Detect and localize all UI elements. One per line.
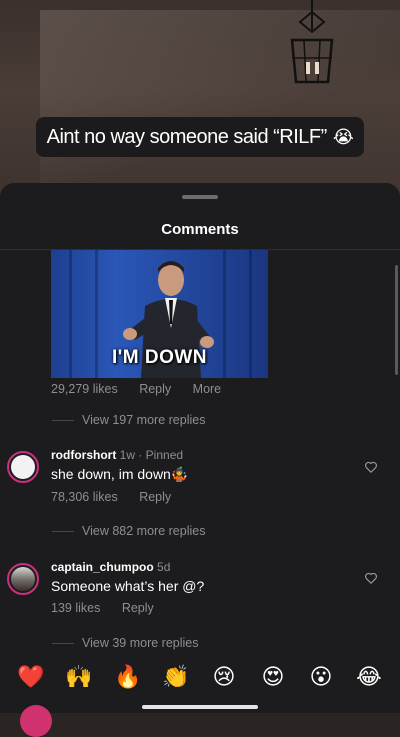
open-mouth-emoji-button[interactable]: 😮 <box>304 660 338 694</box>
heart-outline-icon[interactable] <box>364 571 378 585</box>
username[interactable]: captain_chumpoo <box>51 560 154 574</box>
comment-header: captain_chumpoo 5d <box>51 560 170 574</box>
scrollbar[interactable] <box>395 265 398 375</box>
tears-of-joy-emoji-button[interactable]: 😂 <box>352 660 386 694</box>
home-indicator <box>142 705 258 709</box>
reply-button[interactable]: Reply <box>122 601 154 615</box>
heart-outline-icon[interactable] <box>364 460 378 474</box>
red-heart-emoji-button[interactable]: ❤️ <box>14 660 48 694</box>
heart-eyes-emoji-button[interactable]: 😍 <box>256 660 290 694</box>
my-avatar[interactable] <box>20 705 52 737</box>
raising-hands-emoji-button[interactable]: 🙌 <box>62 660 96 694</box>
fire-emoji-button[interactable]: 🔥 <box>111 660 145 694</box>
clapping-emoji-button[interactable]: 👏 <box>159 660 193 694</box>
gif-comment-actions: 29,279 likes Reply More <box>51 382 239 396</box>
wall-light <box>40 10 400 200</box>
comment-actions: 139 likes Reply <box>51 601 172 615</box>
like-count[interactable]: 78,306 likes <box>51 490 118 504</box>
loudly-crying-emoji: 😭 <box>332 126 354 147</box>
comment-text: Someone what’s her @? <box>51 578 205 594</box>
more-button[interactable]: More <box>193 382 221 396</box>
drag-handle[interactable] <box>182 195 218 199</box>
video-caption: Aint no way someone said “RILF” 😭 <box>36 117 364 157</box>
comment-meta: 1w · Pinned <box>119 448 184 462</box>
video-background <box>0 0 400 200</box>
replies-line <box>52 420 74 421</box>
comments-sheet: Comments I'M DOWN 29,279 likes Reply Mor… <box>0 183 400 713</box>
quick-emoji-bar: ❤️ 🙌 🔥 👏 😢 😍 😮 😂 <box>0 660 400 696</box>
view-replies-link[interactable]: View 197 more replies <box>82 413 205 427</box>
avatar[interactable] <box>7 563 39 595</box>
sheet-title: Comments <box>161 221 239 238</box>
comment-meta: 5d <box>157 560 171 574</box>
avatar[interactable] <box>7 451 39 483</box>
comment-header: rodforshort 1w · Pinned <box>51 448 183 462</box>
gif-caption: I'M DOWN <box>111 347 208 368</box>
comment-actions: 78,306 likes Reply <box>51 490 189 504</box>
comment-body: she down, im down <box>51 466 171 482</box>
crying-emoji-button[interactable]: 😢 <box>207 660 241 694</box>
reply-button[interactable]: Reply <box>139 490 171 504</box>
reply-button[interactable]: Reply <box>139 382 171 396</box>
gif-image[interactable]: I'M DOWN <box>51 250 268 378</box>
like-count[interactable]: 29,279 likes <box>51 382 118 396</box>
like-count[interactable]: 139 likes <box>51 601 100 615</box>
pendant-lamp <box>290 0 334 84</box>
replies-line <box>52 531 74 532</box>
replies-line <box>52 643 74 644</box>
juggling-emoji: 🤹 <box>170 466 189 482</box>
view-replies-link[interactable]: View 39 more replies <box>82 636 199 650</box>
caption-text: Aint no way someone said “RILF” <box>46 125 328 148</box>
comment-text: she down, im down🤹 <box>51 466 188 483</box>
view-replies-link[interactable]: View 882 more replies <box>82 524 205 538</box>
username[interactable]: rodforshort <box>51 448 116 462</box>
